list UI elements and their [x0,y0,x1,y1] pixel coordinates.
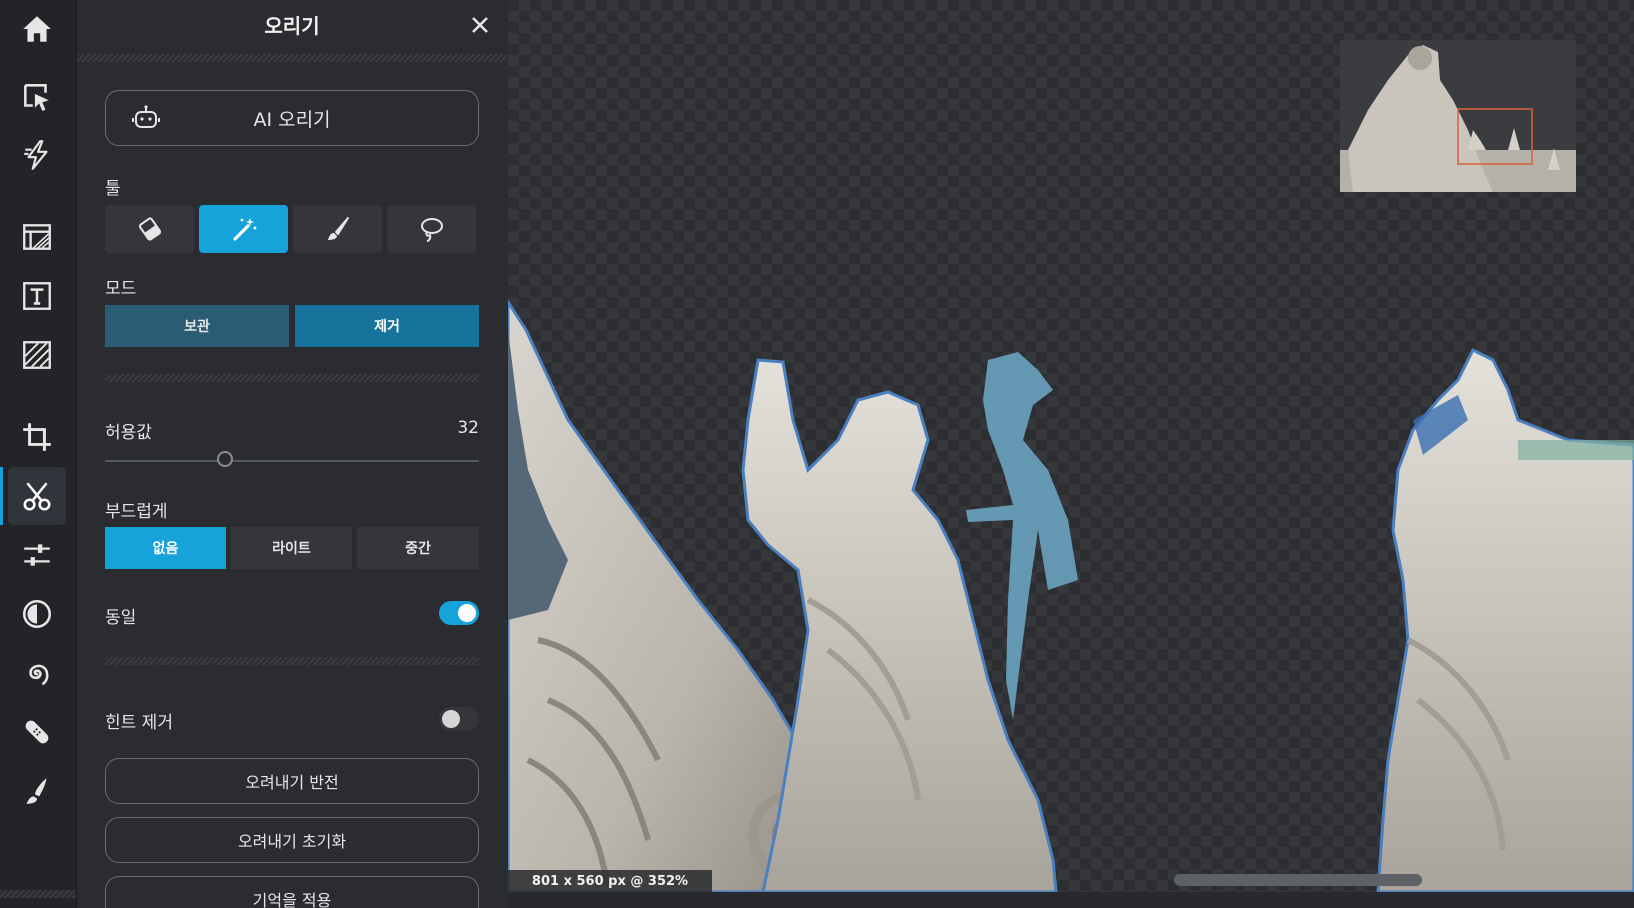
brush-icon [26,778,47,804]
magic-wand-icon [232,218,256,241]
toggle-knob [458,604,476,622]
adjust-icon [24,544,50,566]
right-statue [1376,347,1634,894]
panel-title: 오리기 [264,14,320,38]
contiguous-toggle[interactable] [439,601,479,625]
tint-removal-label: 힌트 제거 [105,713,173,733]
cutout-icon [23,482,51,511]
lasso-icon [420,218,443,242]
home-icon [23,16,51,42]
contrast-icon [22,599,52,629]
tolerance-slider-handle[interactable] [216,451,233,467]
navigator-thumbnail[interactable] [1340,40,1576,192]
image-canvas[interactable]: 801 x 560 px @ 352% [508,0,1634,908]
ai-cutout-label: AI 오리기 [253,108,331,131]
smooth-none-button[interactable]: 없음 [105,527,226,569]
texture-icon [23,341,51,369]
eraser-tool-button[interactable] [105,205,194,253]
texture-button[interactable] [8,326,66,384]
ai-cutout-button[interactable]: AI 오리기 [105,90,479,146]
swirl-button[interactable] [8,644,66,702]
tolerance-value: 32 [457,418,479,438]
smooth-light-button[interactable]: 라이트 [231,527,352,569]
paint-brush-tool-button[interactable] [293,205,382,253]
section-divider-2 [105,657,479,665]
reset-cutout-label: 오려내기 초기화 [237,832,347,851]
canvas-bottom-bar [508,892,1634,908]
contrast-button[interactable] [8,585,66,643]
swirl-icon [29,664,49,685]
robot-icon [132,105,160,128]
canvas-image [508,40,1634,894]
tolerance-slider[interactable] [105,460,479,462]
home-button[interactable] [8,0,66,58]
layers-button[interactable] [8,208,66,266]
paint-brush-icon [327,217,349,240]
crop-icon [23,423,51,451]
select-tool-icon [24,84,49,111]
text-icon [23,282,51,310]
tools-label: 툴 [105,179,121,199]
eraser-icon [138,217,161,241]
invert-cutout-button[interactable]: 오려내기 반전 [105,758,479,804]
invert-cutout-label: 오려내기 반전 [245,773,339,792]
smooth-medium-button[interactable]: 중간 [357,527,479,569]
cutout-button[interactable] [8,467,66,525]
toggle-knob [442,710,460,728]
image-size-status: 801 x 560 px @ 352% [508,870,712,892]
tolerance-label: 허용값 [105,423,152,443]
section-divider [105,374,479,382]
horizontal-scrollbar[interactable] [1174,874,1422,886]
mode-keep-button[interactable]: 보관 [105,305,289,347]
tool-rail [0,0,77,908]
crop-button[interactable] [8,408,66,466]
close-icon[interactable] [469,14,491,36]
mode-remove-button[interactable]: 제거 [295,305,479,347]
active-indicator [0,467,3,525]
cutout-panel: 오리기 AI 오리기 툴 모드 보관 제거 허용값 32 부드럽게 없음 라이트… [77,0,507,908]
reset-cutout-button[interactable]: 오려내기 초기화 [105,817,479,863]
magic-wand-tool-button[interactable] [199,205,288,253]
lasso-tool-button[interactable] [387,205,476,253]
middle-statue [741,352,1078,894]
heal-button[interactable] [8,703,66,761]
header-divider [77,54,507,62]
tint-removal-toggle[interactable] [439,707,479,731]
smooth-label: 부드럽게 [105,502,168,522]
apply-label: 기억을 적용 [252,891,332,908]
quick-actions-button[interactable] [8,126,66,184]
mode-label: 모드 [105,279,137,299]
brush-button[interactable] [8,762,66,820]
contiguous-label: 동일 [105,608,137,628]
heal-icon [25,720,49,744]
layers-icon [23,224,51,250]
quick-actions-icon [24,140,48,170]
adjust-button[interactable] [8,526,66,584]
rail-bottom-divider [0,890,76,898]
select-tool-button[interactable] [8,68,66,126]
text-button[interactable] [8,267,66,325]
apply-button[interactable]: 기억을 적용 [105,876,479,908]
